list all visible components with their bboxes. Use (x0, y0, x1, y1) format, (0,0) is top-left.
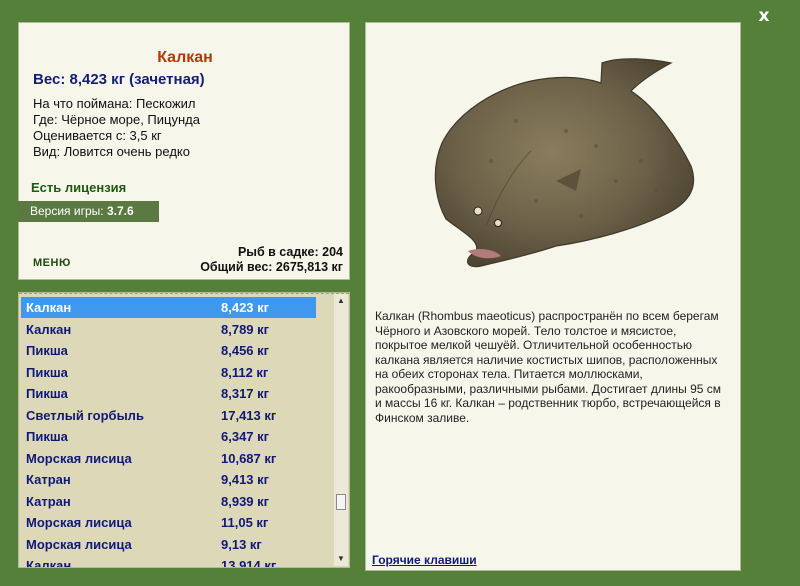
catch-list-item[interactable]: Калкан 8,789 кг (21, 319, 316, 340)
scroll-down-icon[interactable]: ▼ (334, 552, 348, 566)
catch-fish-weight: 8,939 кг (221, 493, 270, 509)
cage-fish-count: Рыб в садке: 204 (237, 245, 343, 259)
catch-fish-name: Калкан (26, 321, 72, 337)
catch-fish-name: Светлый горбыль (26, 407, 144, 423)
catch-fish-name: Пикша (26, 386, 68, 401)
catch-list[interactable]: Калкан 13,914 кг Морская лисица 9,13 кг Морс… (18, 292, 350, 568)
catch-fish-name: Морская лисица (26, 450, 132, 466)
catch-fish-weight: 8,423 кг (221, 300, 270, 315)
license-status: Есть лицензия (31, 180, 127, 195)
catch-fish-name: Калкан (26, 558, 72, 568)
catch-fish-name: Катран (26, 472, 71, 487)
catch-fish-weight: 6,347 кг (221, 429, 270, 444)
catch-fish-weight: 8,317 кг (221, 386, 270, 401)
catch-fish-name: Пикша (26, 429, 68, 444)
catch-list-item[interactable]: Пикша 8,112 кг (21, 362, 316, 383)
catch-fish-name: Калкан (26, 300, 72, 315)
fish-weight: Вес: 8,423 кг (зачетная) (33, 71, 205, 88)
fish-name-title: Калкан (157, 49, 213, 66)
catch-list-item[interactable]: Морская лисица 9,13 кг (21, 534, 316, 555)
fish-bait: На что поймана: Пескожил (33, 96, 196, 111)
fish-image (434, 58, 695, 268)
fish-location: Где: Чёрное море, Пицунда (33, 112, 200, 127)
catch-fish-weight: 9,13 кг (221, 536, 262, 552)
catch-list-item[interactable]: Катран 9,413 кг (21, 469, 316, 490)
catch-fish-name: Морская лисица (26, 536, 132, 552)
scroll-thumb[interactable] (336, 494, 346, 510)
catch-list-item[interactable]: Светлый горбыль 17,413 кг (21, 405, 316, 426)
fish-info-panel: Калкан Вес: 8,423 кг (зачетная) На что п… (18, 22, 350, 280)
fish-valued-from: Оценивается с: 3,5 кг (33, 128, 162, 143)
catch-list-item[interactable]: Морская лисица 10,687 кг (21, 448, 316, 469)
catch-list-item[interactable]: Пикша 8,456 кг (21, 340, 316, 361)
catch-fish-weight: 8,112 кг (221, 364, 269, 380)
catch-fish-weight: 17,413 кг (221, 407, 277, 423)
version-label: Версия игры: (30, 204, 104, 218)
catch-fish-name: Катран (26, 493, 71, 509)
catch-list-item[interactable]: Калкан 8,423 кг (21, 297, 316, 318)
catch-fish-weight: 8,789 кг (221, 321, 270, 337)
catch-fish-weight: 13,914 кг (221, 558, 277, 568)
cage-stats: Рыб в садке: 204 Общий вес: 2675,813 кг (200, 245, 343, 275)
scroll-up-icon[interactable]: ▲ (334, 294, 348, 308)
hotkeys-link[interactable]: Горячие клавиши (372, 553, 477, 567)
fish-description: Калкан (Rhombus maeoticus) распространён… (375, 309, 722, 425)
game-version: Версия игры: 3.7.6 (18, 201, 159, 222)
catch-list-item[interactable]: Пикша 8,317 кг (21, 383, 316, 404)
version-value: 3.7.6 (106, 204, 134, 218)
catch-fish-weight: 11,05 кг (221, 515, 269, 530)
fish-rarity: Вид: Ловится очень редко (33, 144, 190, 159)
catch-fish-name: Пикша (26, 364, 68, 380)
catch-fish-name: Морская лисица (26, 515, 132, 530)
catch-fish-weight: 9,413 кг (221, 472, 270, 487)
cage-total-weight: Общий вес: 2675,813 кг (200, 260, 343, 274)
fish-detail-panel: Калкан (Rhombus maeoticus) распространён… (365, 22, 741, 571)
catch-list-item[interactable]: Пикша 6,347 кг (21, 426, 316, 447)
catch-fish-weight: 8,456 кг (221, 343, 270, 358)
catch-fish-weight: 10,687 кг (221, 450, 277, 466)
catch-list-item[interactable]: Калкан 13,914 кг (21, 555, 316, 568)
close-button[interactable]: x (754, 6, 774, 26)
catch-fish-name: Пикша (26, 343, 68, 358)
catch-list-item[interactable]: Морская лисица 11,05 кг (21, 512, 316, 533)
scrollbar[interactable]: ▲ ▼ (334, 294, 348, 566)
menu-button[interactable]: МЕНЮ (33, 257, 71, 269)
catch-list-item[interactable]: Катран 8,939 кг (21, 491, 316, 512)
